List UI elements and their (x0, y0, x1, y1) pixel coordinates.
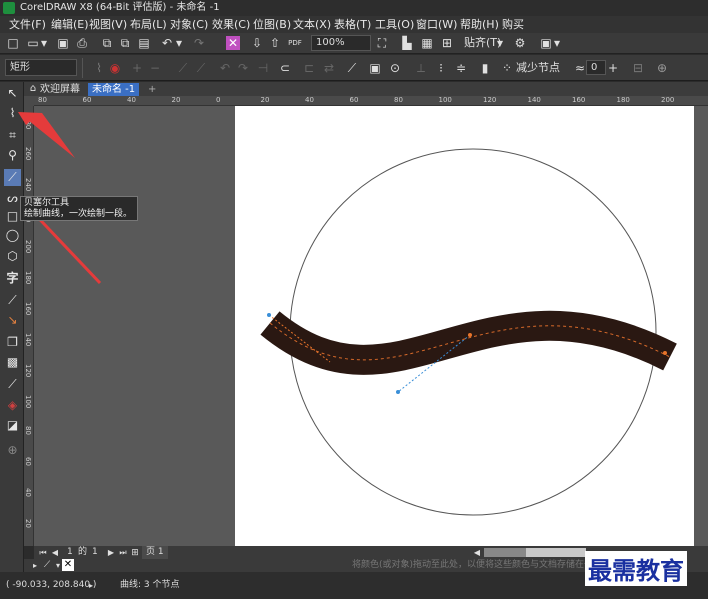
tooltip-body: 绘制曲线，一次绘制一段。 (24, 209, 133, 219)
page-of-label: 的 (78, 547, 88, 557)
control-point[interactable] (396, 390, 400, 394)
curve-node[interactable] (663, 351, 667, 355)
bezier-curve-stroke[interactable] (260, 310, 677, 375)
watermark: 最需教育 (585, 551, 687, 586)
page-tab[interactable]: 页 1 (142, 546, 168, 559)
curve-node[interactable] (267, 313, 271, 317)
prev-page-icon[interactable]: ◀ (48, 546, 62, 560)
drawing-layer (18, 112, 677, 516)
horizontal-scrollbar-track[interactable] (526, 548, 586, 557)
current-page-number[interactable]: 1 (67, 546, 73, 559)
object-info: 曲线: 3 个节点 (120, 580, 180, 590)
cursor-coordinates: ( -90.033, 208.840 ) (6, 580, 97, 590)
add-page-icon[interactable]: ⊞ (128, 546, 142, 560)
total-pages: 1 (92, 547, 98, 557)
tool-tooltip: 贝塞尔工具 绘制曲线，一次绘制一段。 (20, 196, 138, 221)
curve-node[interactable] (468, 333, 472, 337)
no-color-swatch[interactable]: ✕ (62, 559, 74, 571)
tooltip-title: 贝塞尔工具 (24, 198, 70, 208)
status-arrow-icon[interactable]: ▸ (84, 579, 98, 593)
horizontal-scrollbar-thumb[interactable] (484, 548, 526, 557)
scroll-left-icon[interactable]: ◀ (470, 546, 484, 560)
palette-hint: 将颜色(或对象)拖动至此处，以便将这些颜色与文档存储在一起 (352, 560, 603, 570)
